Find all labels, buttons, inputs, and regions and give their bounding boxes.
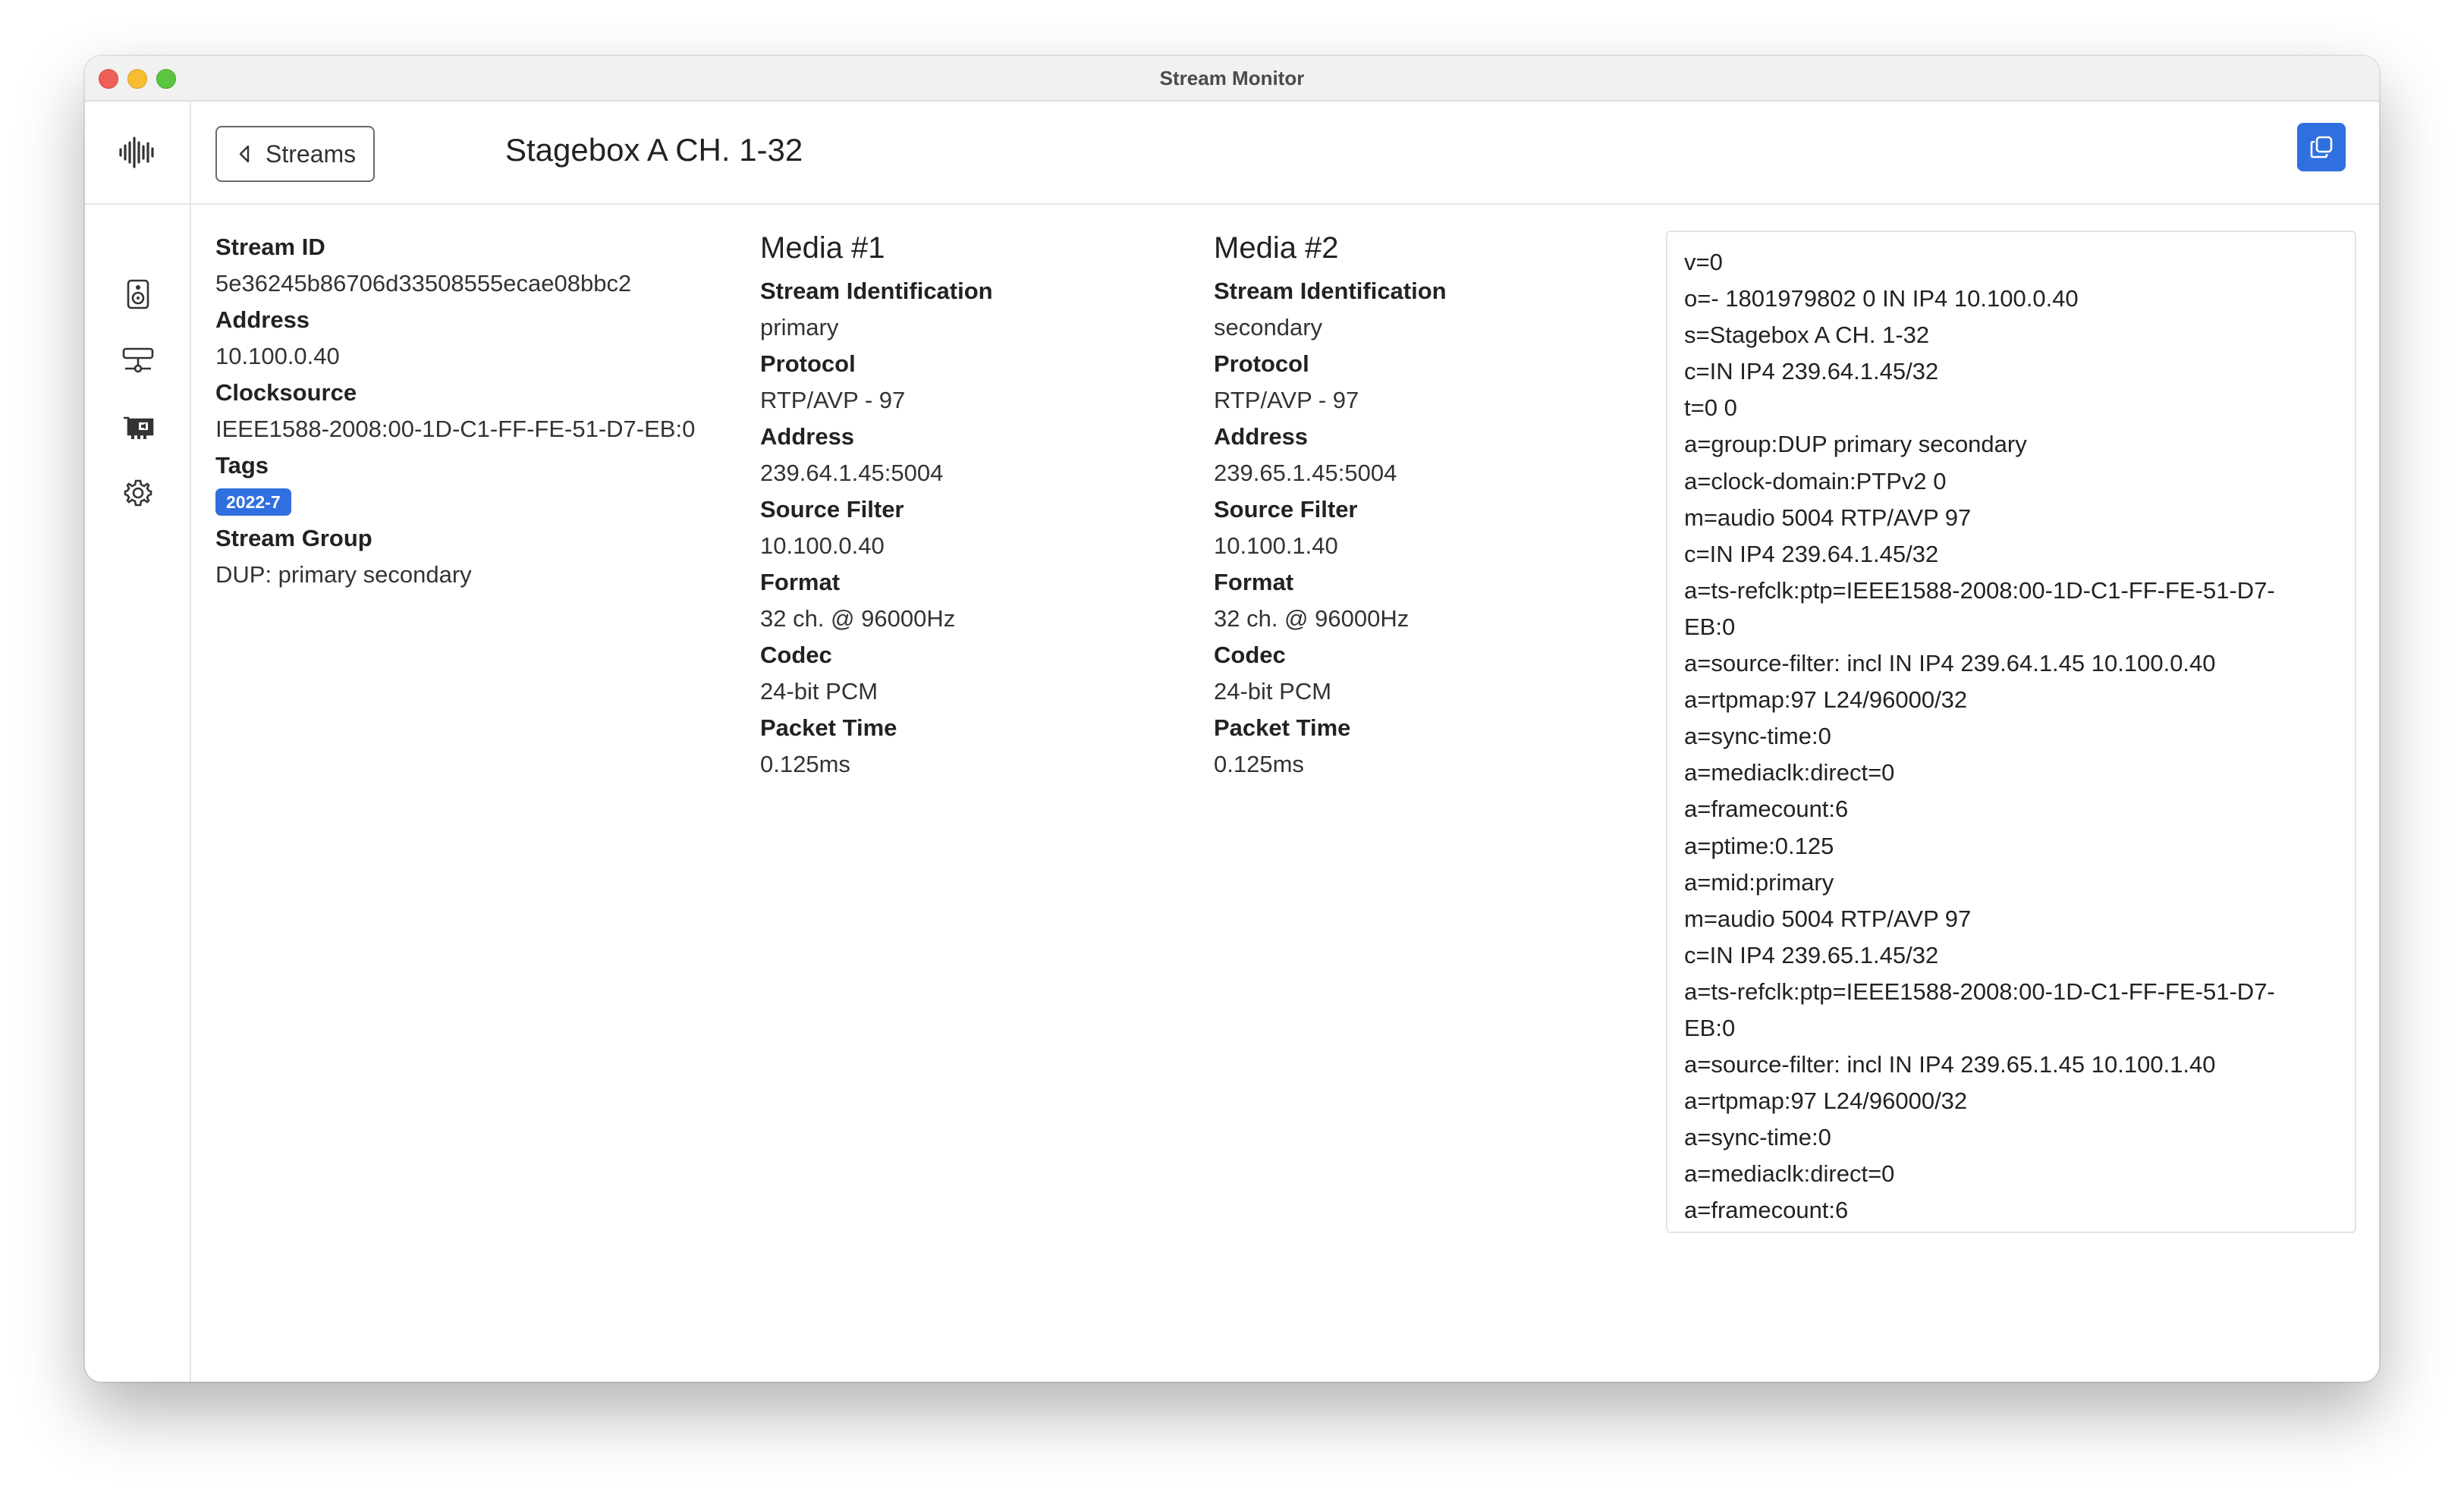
sound-card-icon bbox=[124, 416, 154, 439]
sdp-line: a=group:DUP primary secondary bbox=[1684, 431, 2027, 458]
stream-group-label: Stream Group bbox=[215, 525, 372, 551]
sdp-line: o=- 1801979802 0 IN IP4 10.100.0.40 bbox=[1684, 285, 2079, 312]
sdp-line: a=sync-time:0 bbox=[1684, 723, 1831, 750]
media-2-address-label: Address bbox=[1214, 423, 1309, 450]
media-2-section: Media #2 Stream Identification secondary… bbox=[1214, 229, 1639, 783]
media-2-ptime-value: 0.125ms bbox=[1214, 751, 1304, 777]
media-1-address-value: 239.64.1.45:5004 bbox=[760, 460, 944, 486]
app-window: Stream Monitor Streams Stagebox A CH. 1-… bbox=[85, 56, 2379, 1382]
sdp-line: a=ts-refclk:ptp=IEEE1588-2008:00-1D-C1-F… bbox=[1684, 576, 2275, 604]
media-1-section: Media #1 Stream Identification primary P… bbox=[760, 229, 1185, 783]
gear-icon bbox=[124, 479, 152, 507]
sdp-line: a=framecount:6 bbox=[1684, 1197, 1849, 1224]
sdp-line: a=source-filter: incl IN IP4 239.64.1.45… bbox=[1684, 650, 2216, 677]
media-1-protocol-label: Protocol bbox=[760, 350, 856, 377]
sdp-line: a=mediaclk:direct=0 bbox=[1684, 1160, 1895, 1188]
chevron-left-icon bbox=[239, 145, 250, 163]
network-icon bbox=[122, 347, 154, 373]
media-1-address-label: Address bbox=[760, 423, 855, 450]
back-to-streams-button[interactable]: Streams bbox=[215, 126, 375, 182]
sdp-line: a=clock-domain:PTPv2 0 bbox=[1684, 467, 1947, 494]
media-1-codec-value: 24-bit PCM bbox=[760, 678, 878, 705]
sdp-line: a=mediaclk:direct=0 bbox=[1684, 759, 1895, 786]
media-1-ident-value: primary bbox=[760, 314, 839, 341]
sdp-line: c=IN IP4 239.65.1.45/32 bbox=[1684, 941, 1939, 968]
media-2-ptime-label: Packet Time bbox=[1214, 714, 1351, 741]
sdp-line: a=ts-refclk:ptp=IEEE1588-2008:00-1D-C1-F… bbox=[1684, 978, 2275, 1005]
sdp-text-view[interactable]: v=0 o=- 1801979802 0 IN IP4 10.100.0.40 … bbox=[1666, 231, 2356, 1233]
sdp-line: EB:0 bbox=[1684, 613, 1736, 640]
media-2-ident-value: secondary bbox=[1214, 314, 1323, 341]
media-2-format-value: 32 ch. @ 96000Hz bbox=[1214, 605, 1410, 632]
sdp-line: a=framecount:6 bbox=[1684, 796, 1849, 823]
sdp-line: m=audio 5004 RTP/AVP 97 bbox=[1684, 504, 1972, 531]
sdp-line: c=IN IP4 239.64.1.45/32 bbox=[1684, 540, 1939, 567]
stream-id-value: 5e36245b86706d33508555ecae08bbc2 bbox=[215, 270, 632, 297]
media-1-filter-value: 10.100.0.40 bbox=[760, 532, 885, 559]
speaker-icon bbox=[127, 279, 149, 309]
sdp-line: t=0 0 bbox=[1684, 394, 1737, 422]
tags-label: Tags bbox=[215, 452, 269, 479]
media-2-protocol-label: Protocol bbox=[1214, 350, 1309, 377]
media-1-ident-label: Stream Identification bbox=[760, 278, 993, 304]
page-header: Streams Stagebox A CH. 1-32 bbox=[191, 102, 2379, 205]
stream-group-value: DUP: primary secondary bbox=[215, 561, 472, 588]
sidebar bbox=[85, 102, 191, 1382]
media-1-title: Media #1 bbox=[760, 231, 885, 265]
media-2-ident-label: Stream Identification bbox=[1214, 278, 1447, 304]
sdp-line: a=source-filter: incl IN IP4 239.65.1.45… bbox=[1684, 1051, 2216, 1078]
sdp-line: c=IN IP4 239.64.1.45/32 bbox=[1684, 358, 1939, 385]
title-bar: Stream Monitor bbox=[85, 56, 2379, 102]
sdp-line: a=mid:primary bbox=[1684, 868, 1834, 896]
sdp-line: v=0 bbox=[1684, 249, 1723, 275]
address-label: Address bbox=[215, 306, 310, 333]
media-2-address-value: 239.65.1.45:5004 bbox=[1214, 460, 1397, 486]
back-button-label: Streams bbox=[266, 140, 357, 168]
media-2-title: Media #2 bbox=[1214, 231, 1339, 265]
media-1-codec-label: Codec bbox=[760, 642, 832, 668]
media-1-format-value: 32 ch. @ 96000Hz bbox=[760, 605, 956, 632]
media-2-filter-label: Source Filter bbox=[1214, 496, 1358, 523]
copy-icon bbox=[2310, 136, 2333, 159]
sidebar-item-settings[interactable] bbox=[121, 476, 155, 510]
sidebar-item-devices[interactable] bbox=[121, 411, 155, 444]
media-1-protocol-value: RTP/AVP - 97 bbox=[760, 387, 906, 413]
sidebar-item-speakers[interactable] bbox=[121, 278, 155, 311]
media-1-format-label: Format bbox=[760, 569, 841, 595]
sdp-line: s=Stagebox A CH. 1-32 bbox=[1684, 322, 1930, 349]
media-1-ptime-value: 0.125ms bbox=[760, 751, 850, 777]
window-title: Stream Monitor bbox=[1159, 67, 1305, 89]
media-2-codec-label: Codec bbox=[1214, 642, 1286, 668]
waveform-icon bbox=[119, 137, 154, 168]
media-1-filter-label: Source Filter bbox=[760, 496, 904, 523]
sdp-line: EB:0 bbox=[1684, 1014, 1736, 1041]
clocksource-value: IEEE1588-2008:00-1D-C1-FF-FE-51-D7-EB:0 bbox=[215, 416, 696, 442]
media-2-codec-value: 24-bit PCM bbox=[1214, 678, 1332, 705]
address-value: 10.100.0.40 bbox=[215, 343, 340, 369]
media-2-filter-value: 10.100.1.40 bbox=[1214, 532, 1338, 559]
sdp-line: a=rtpmap:97 L24/96000/32 bbox=[1684, 686, 1968, 714]
stream-id-label: Stream ID bbox=[215, 234, 325, 260]
clocksource-label: Clocksource bbox=[215, 379, 357, 406]
stream-general-info: Stream ID 5e36245b86706d33508555ecae08bb… bbox=[215, 229, 739, 593]
tag-badge: 2022-7 bbox=[215, 488, 291, 516]
media-2-format-label: Format bbox=[1214, 569, 1294, 595]
media-2-protocol-value: RTP/AVP - 97 bbox=[1214, 387, 1359, 413]
copy-button[interactable] bbox=[2297, 123, 2346, 171]
sdp-line: a=ptime:0.125 bbox=[1684, 832, 1834, 859]
page-title: Stagebox A CH. 1-32 bbox=[505, 132, 803, 168]
app-logo bbox=[85, 102, 190, 205]
sdp-line: a=rtpmap:97 L24/96000/32 bbox=[1684, 1088, 1968, 1115]
sdp-line: a=sync-time:0 bbox=[1684, 1124, 1831, 1151]
media-1-ptime-label: Packet Time bbox=[760, 714, 897, 741]
sdp-line: m=audio 5004 RTP/AVP 97 bbox=[1684, 905, 1972, 932]
sidebar-item-network[interactable] bbox=[121, 344, 155, 378]
